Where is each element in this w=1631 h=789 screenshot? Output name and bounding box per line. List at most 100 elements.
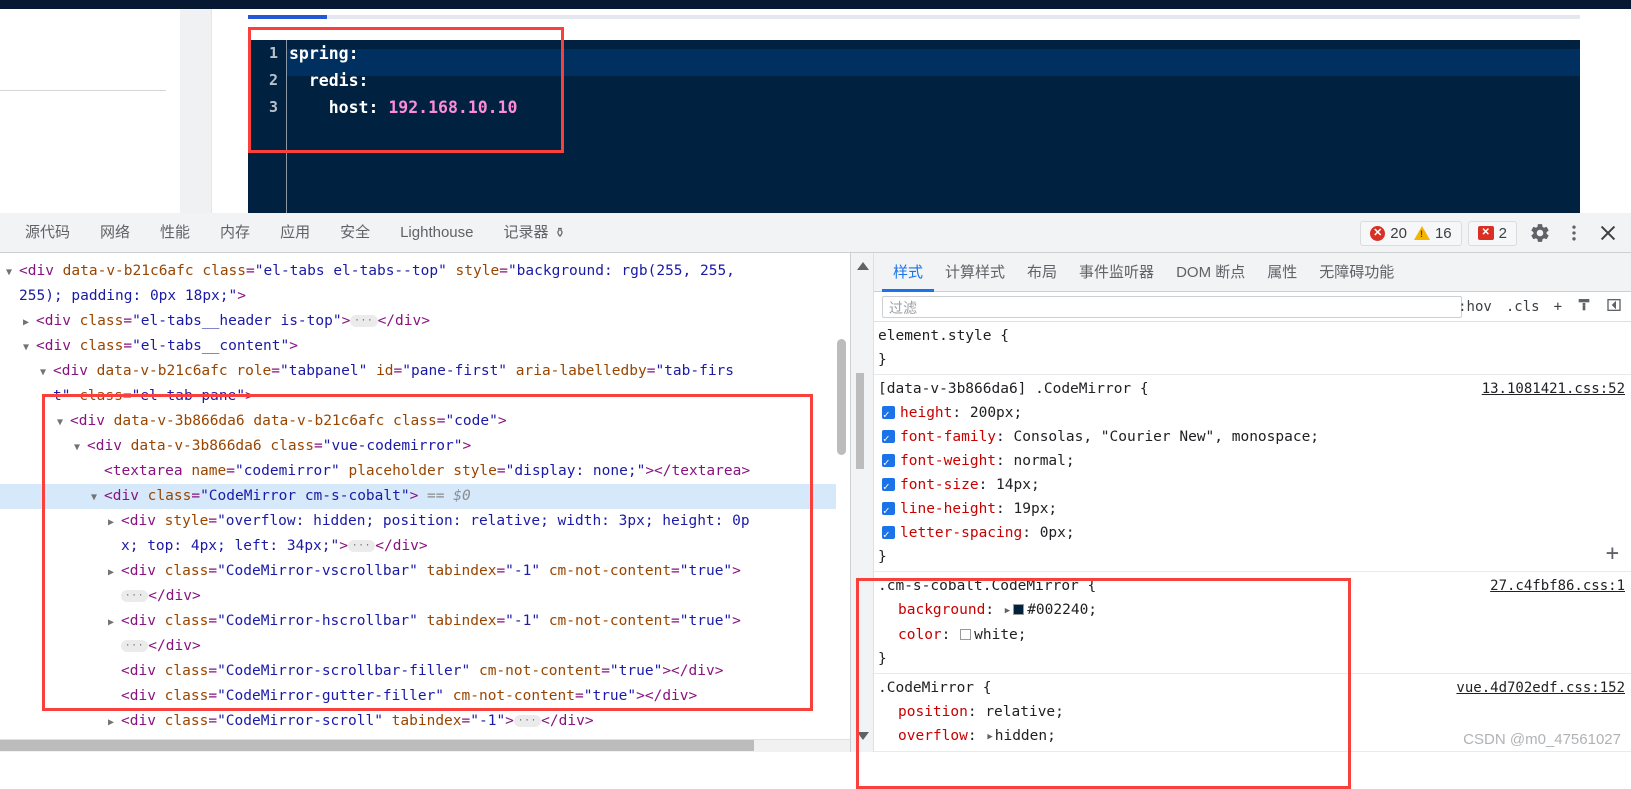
css-declaration[interactable]: height: 200px; [878, 401, 1631, 427]
dom-tree-node[interactable]: ▼ <div class="el-tabs__content"> [0, 334, 836, 359]
expand-arrow-closed-icon[interactable]: ▶ [108, 560, 121, 585]
codemirror-editor-wrapper[interactable]: 1 2 3 spring: redis: host: 192.168.10.10 [248, 31, 1580, 213]
expand-value-icon[interactable]: ▶ [987, 725, 992, 749]
styles-rules-list[interactable]: element.style {} [data-v-3b866da6] .CodeM… [874, 322, 1631, 752]
css-property-name[interactable]: background [898, 602, 985, 618]
expand-arrow-closed-icon[interactable]: ▶ [108, 710, 121, 735]
new-style-rule-icon[interactable]: + [1549, 299, 1567, 315]
expand-arrow-open-icon[interactable]: ▼ [74, 435, 87, 460]
styles-tab-3[interactable]: 事件监听器 [1068, 253, 1165, 292]
devtools-tab-2[interactable]: 性能 [145, 213, 205, 253]
styles-pane[interactable]: 样式 计算样式 布局 事件监听器 DOM 断点 属性 无障碍功能 过滤 :hov .cls … [852, 253, 1631, 752]
dom-tree[interactable]: ▼ <div data-v-b21c6afc class="el-tabs el-… [0, 253, 836, 734]
css-selector[interactable]: .CodeMirror { [878, 676, 992, 700]
css-property-value[interactable]: 0px; [1040, 525, 1075, 541]
collapsed-children-icon[interactable]: ··· [350, 315, 378, 327]
dom-tree-node[interactable]: <textarea name="codemirror" placeholder … [0, 459, 836, 484]
declaration-enabled-checkbox[interactable] [882, 475, 895, 499]
add-declaration-icon[interactable]: + [1606, 543, 1619, 565]
scroll-down-icon[interactable] [857, 732, 869, 740]
dom-tree-node[interactable]: ··· </div> [0, 584, 836, 609]
console-counters[interactable]: ✕ 20 16 [1360, 220, 1462, 246]
css-selector[interactable]: .cm-s-cobalt.CodeMirror { [878, 574, 1096, 598]
settings-gear-icon[interactable] [1523, 216, 1557, 250]
expand-arrow-closed-icon[interactable]: ▶ [23, 310, 36, 335]
css-selector[interactable]: element.style { [878, 324, 1009, 348]
dom-tree-node[interactable]: <div class="CodeMirror-scrollbar-filler"… [0, 659, 836, 684]
css-property-value[interactable]: 200px; [970, 405, 1022, 421]
computed-styles-sidebar-icon[interactable] [1571, 297, 1597, 317]
declaration-enabled-checkbox[interactable] [882, 427, 895, 451]
devtools-tab-5[interactable]: 安全 [325, 213, 385, 253]
collapsed-children-icon[interactable]: ··· [121, 640, 149, 652]
color-swatch[interactable] [1013, 604, 1025, 615]
css-declaration[interactable]: font-weight: normal; [878, 449, 1631, 475]
codemirror-code-lines[interactable]: spring: redis: host: 192.168.10.10 [289, 40, 1580, 213]
collapsed-children-icon[interactable]: ··· [513, 715, 542, 727]
css-declaration[interactable]: font-family: Consolas, "Courier New", mo… [878, 425, 1631, 451]
styles-vertical-scrollbar[interactable] [856, 373, 864, 469]
declaration-enabled-checkbox[interactable] [882, 523, 895, 547]
css-property-value[interactable]: normal; [1014, 453, 1075, 469]
devtools-tab-3[interactable]: 内存 [205, 213, 265, 253]
declaration-enabled-checkbox[interactable] [882, 499, 895, 523]
dom-tree-node[interactable]: t" class="el-tab-pane"> [0, 384, 836, 409]
dom-tree-node[interactable]: ▶ <div class="CodeMirror-vscrollbar" tabi… [0, 559, 836, 584]
styles-tab-0[interactable]: 样式 [882, 253, 934, 292]
scroll-up-icon[interactable] [857, 262, 869, 270]
expand-arrow-open-icon[interactable]: ▼ [91, 485, 104, 510]
color-swatch[interactable] [960, 629, 972, 640]
dom-horizontal-scrollbar-track[interactable] [0, 739, 850, 752]
codemirror-editor[interactable]: 1 2 3 spring: redis: host: 192.168.10.10 [248, 40, 1580, 213]
hov-button[interactable]: :hov [1453, 299, 1497, 315]
css-declaration[interactable]: color: white; [878, 623, 1631, 647]
toggle-sidebar-icon[interactable] [1601, 297, 1627, 317]
more-options-icon[interactable] [1557, 216, 1591, 250]
css-property-value[interactable]: #002240; [1027, 602, 1097, 618]
css-property-name[interactable]: position [898, 704, 968, 720]
dom-tree-pane[interactable]: ▼ <div data-v-b21c6afc class="el-tabs el-… [0, 253, 851, 752]
expand-arrow-closed-icon[interactable]: ▶ [108, 510, 121, 535]
expand-arrow-open-icon[interactable]: ▼ [23, 335, 36, 360]
css-property-value[interactable]: white; [974, 627, 1026, 643]
css-property-name[interactable]: letter-spacing [900, 525, 1022, 541]
dom-tree-node[interactable]: ▼ <div data-v-3b866da6 class="vue-codemir… [0, 434, 836, 459]
dom-tree-node[interactable]: ▶ <div class="CodeMirror-hscrollbar" tabi… [0, 609, 836, 634]
dom-tree-node[interactable]: ▼ <div data-v-b21c6afc role="tabpanel" id… [0, 359, 836, 384]
devtools-tab-1[interactable]: 网络 [85, 213, 145, 253]
css-property-value[interactable]: Consolas, "Courier New", monospace; [1014, 429, 1320, 445]
cls-button[interactable]: .cls [1501, 299, 1545, 315]
css-rule[interactable]: element.style {} [874, 322, 1631, 375]
css-property-value[interactable]: hidden; [995, 728, 1056, 744]
css-declaration[interactable]: font-size: 14px; [878, 473, 1631, 499]
error-counter[interactable]: ✕ 20 [1370, 225, 1407, 242]
css-declaration[interactable]: line-height: 19px; [878, 497, 1631, 523]
expand-arrow-open-icon[interactable]: ▼ [40, 360, 53, 385]
styles-tab-4[interactable]: DOM 断点 [1165, 253, 1256, 292]
dom-horizontal-scrollbar-thumb[interactable] [0, 740, 754, 751]
css-declaration[interactable]: position: relative; [878, 700, 1631, 724]
css-property-name[interactable]: color [898, 627, 942, 643]
css-property-name[interactable]: font-weight [900, 453, 996, 469]
css-property-name[interactable]: font-size [900, 477, 979, 493]
declaration-enabled-checkbox[interactable] [882, 403, 895, 427]
issues-counter-group[interactable]: ✕ 2 [1467, 220, 1517, 246]
warning-counter[interactable]: 16 [1413, 225, 1452, 242]
devtools-tab-6[interactable]: Lighthouse [385, 213, 488, 253]
css-property-value[interactable]: 19px; [1014, 501, 1058, 517]
expand-arrow-open-icon[interactable]: ▼ [6, 260, 19, 285]
css-property-name[interactable]: font-family [900, 429, 996, 445]
close-devtools-icon[interactable] [1591, 216, 1625, 250]
devtools-tab-0[interactable]: 源代码 [10, 213, 85, 253]
dom-tree-node[interactable]: ▶ <div class="CodeMirror-scroll" tabindex… [0, 709, 836, 734]
dom-vertical-scrollbar[interactable] [837, 339, 846, 455]
expand-arrow-open-icon[interactable]: ▼ [57, 410, 70, 435]
declaration-enabled-checkbox[interactable] [882, 451, 895, 475]
dom-tree-node[interactable]: ··· </div> [0, 634, 836, 659]
css-rule[interactable]: .cm-s-cobalt.CodeMirror {27.c4fbf86.css:… [874, 572, 1631, 674]
css-property-name[interactable]: overflow [898, 728, 968, 744]
expand-value-icon[interactable]: ▶ [1005, 599, 1010, 623]
devtools-tab-7[interactable]: 记录器 ⚱ [489, 213, 581, 253]
collapsed-children-icon[interactable]: ··· [121, 590, 149, 602]
issues-counter[interactable]: ✕ 2 [1477, 225, 1507, 242]
